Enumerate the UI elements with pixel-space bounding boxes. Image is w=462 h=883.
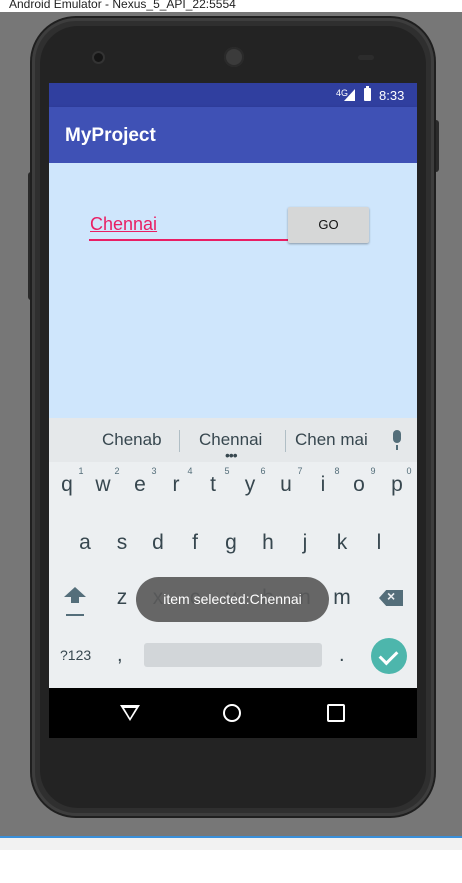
space-key[interactable] bbox=[144, 643, 322, 667]
backspace-x-icon: × bbox=[387, 588, 396, 604]
soft-keyboard: Chenab Chennai ••• Chen mai 1 2 3 4 5 6 … bbox=[49, 418, 417, 688]
symbols-key[interactable]: ?123 bbox=[60, 647, 91, 663]
home-icon[interactable] bbox=[223, 704, 241, 722]
key-i[interactable]: i bbox=[306, 473, 340, 497]
emulator-window-title: Android Emulator - Nexus_5_API_22:5554 bbox=[0, 0, 462, 12]
shift-icon[interactable] bbox=[64, 587, 86, 603]
mic-icon[interactable] bbox=[393, 430, 401, 450]
key-z[interactable]: z bbox=[105, 586, 139, 610]
key-j[interactable]: j bbox=[288, 531, 322, 555]
toast-message: item selected:Chennai bbox=[136, 577, 329, 622]
recents-icon[interactable] bbox=[327, 704, 345, 722]
suggestion-divider bbox=[285, 430, 286, 452]
key-l[interactable]: l bbox=[362, 531, 396, 555]
app-title: MyProject bbox=[65, 125, 156, 146]
key-y[interactable]: y bbox=[233, 473, 267, 497]
key-u[interactable]: u bbox=[269, 473, 303, 497]
check-icon[interactable] bbox=[371, 638, 407, 674]
key-a[interactable]: a bbox=[68, 531, 102, 555]
power-button[interactable] bbox=[434, 120, 439, 172]
status-time: 8:33 bbox=[379, 88, 405, 103]
key-m[interactable]: m bbox=[325, 586, 359, 610]
suggestion-3[interactable]: Chen mai bbox=[295, 430, 368, 450]
suggestion-divider bbox=[179, 430, 180, 452]
device-screen: 4G 8:33 MyProject Chennai GO Chenab Chen… bbox=[49, 83, 417, 738]
key-r[interactable]: r bbox=[159, 473, 193, 497]
key-d[interactable]: d bbox=[141, 531, 175, 555]
earpiece-speaker bbox=[224, 47, 244, 67]
key-k[interactable]: k bbox=[325, 531, 359, 555]
back-icon[interactable] bbox=[120, 705, 140, 721]
more-suggestions-icon[interactable]: ••• bbox=[225, 448, 238, 462]
key-p[interactable]: p bbox=[380, 473, 414, 497]
key-f[interactable]: f bbox=[178, 531, 212, 555]
battery-icon bbox=[364, 86, 371, 101]
comma-key[interactable]: , bbox=[117, 644, 123, 667]
key-g[interactable]: g bbox=[214, 531, 248, 555]
signal-icon bbox=[344, 89, 355, 101]
proximity-sensor bbox=[358, 55, 374, 60]
key-o[interactable]: o bbox=[342, 473, 376, 497]
key-e[interactable]: e bbox=[123, 473, 157, 497]
key-w[interactable]: w bbox=[86, 473, 120, 497]
navigation-bar bbox=[49, 688, 417, 738]
city-input[interactable]: Chennai bbox=[90, 214, 157, 235]
key-h[interactable]: h bbox=[251, 531, 285, 555]
suggestion-1[interactable]: Chenab bbox=[102, 430, 162, 450]
key-s[interactable]: s bbox=[105, 531, 139, 555]
key-t[interactable]: t bbox=[196, 473, 230, 497]
desktop-area bbox=[0, 850, 462, 883]
main-content: Chennai GO bbox=[49, 163, 417, 418]
app-bar: MyProject bbox=[49, 107, 417, 163]
shift-underline bbox=[66, 614, 84, 616]
suggestion-strip: Chenab Chennai ••• Chen mai bbox=[49, 418, 417, 462]
status-bar: 4G 8:33 bbox=[49, 83, 417, 107]
front-camera-icon bbox=[94, 53, 103, 62]
period-key[interactable]: . bbox=[339, 644, 345, 667]
city-input-underline bbox=[89, 239, 289, 241]
key-q[interactable]: q bbox=[50, 473, 84, 497]
go-button[interactable]: GO bbox=[288, 207, 369, 243]
